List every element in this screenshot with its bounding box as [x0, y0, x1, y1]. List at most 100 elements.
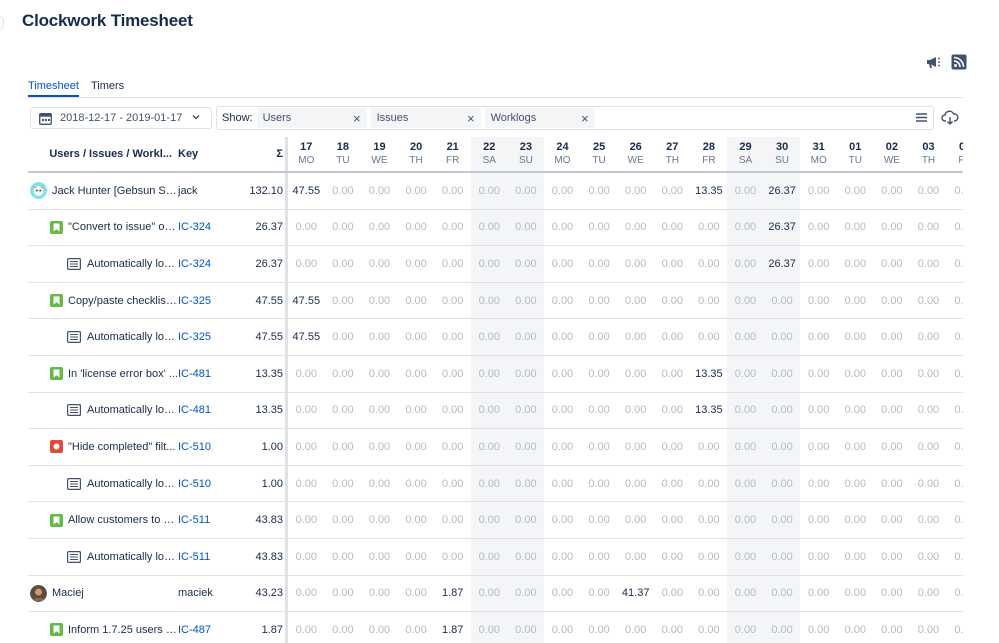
- day-cell[interactable]: 0.00: [617, 283, 654, 319]
- day-cell[interactable]: 1.87: [434, 612, 471, 643]
- day-cell[interactable]: 0.00: [434, 466, 471, 502]
- day-cell[interactable]: 0.00: [434, 539, 471, 575]
- day-cell[interactable]: 0.00: [654, 502, 691, 538]
- day-cell[interactable]: 0.00: [507, 355, 545, 392]
- day-cell[interactable]: 0.00: [544, 283, 581, 319]
- day-cell[interactable]: 0.00: [691, 539, 728, 575]
- day-cell[interactable]: 41.37: [617, 576, 654, 612]
- issue-key-link[interactable]: IC-325: [178, 283, 233, 319]
- day-cell[interactable]: 0.00: [800, 283, 837, 319]
- day-cell[interactable]: 0.00: [800, 246, 837, 282]
- day-cell[interactable]: 0.00: [325, 612, 362, 643]
- day-cell[interactable]: 0.00: [727, 429, 764, 465]
- day-cell[interactable]: 13.35: [691, 356, 728, 392]
- day-cell[interactable]: 0.00: [874, 173, 911, 209]
- day-cell[interactable]: 0.00: [471, 612, 508, 643]
- day-cell[interactable]: 0.00: [947, 539, 963, 575]
- day-cell[interactable]: 26.37: [763, 173, 801, 209]
- row-name-cell[interactable]: Allow customers to di...: [28, 502, 178, 538]
- day-cell[interactable]: 0.00: [800, 612, 837, 643]
- day-cell[interactable]: 0.00: [471, 465, 508, 502]
- day-cell[interactable]: 0.00: [507, 575, 545, 612]
- row-name-cell[interactable]: "Convert to issue" op...: [28, 210, 178, 246]
- day-cell[interactable]: 0.00: [361, 319, 398, 355]
- day-cell[interactable]: 0.00: [800, 429, 837, 465]
- day-cell[interactable]: 0.00: [288, 356, 325, 392]
- day-cell[interactable]: 0.00: [288, 539, 325, 575]
- day-cell[interactable]: 0.00: [288, 466, 325, 502]
- day-cell[interactable]: 0.00: [837, 246, 874, 282]
- day-cell[interactable]: 0.00: [763, 319, 801, 355]
- day-cell[interactable]: 0.00: [947, 393, 963, 429]
- day-cell[interactable]: 0.00: [654, 356, 691, 392]
- day-cell[interactable]: 0.00: [471, 173, 508, 209]
- day-cell[interactable]: 0.00: [434, 319, 471, 355]
- day-cell[interactable]: 0.00: [947, 319, 963, 355]
- day-cell[interactable]: 0.00: [837, 429, 874, 465]
- close-icon[interactable]: ×: [467, 111, 475, 126]
- day-cell[interactable]: 0.00: [325, 502, 362, 538]
- day-cell[interactable]: 0.00: [361, 210, 398, 246]
- day-cell[interactable]: 0.00: [910, 576, 947, 612]
- day-cell[interactable]: 0.00: [398, 429, 435, 465]
- day-cell[interactable]: 0.00: [947, 356, 963, 392]
- day-cell[interactable]: 0.00: [837, 283, 874, 319]
- day-cell[interactable]: 0.00: [727, 282, 764, 319]
- day-cell[interactable]: 0.00: [800, 319, 837, 355]
- day-cell[interactable]: 0.00: [691, 319, 728, 355]
- day-cell[interactable]: 0.00: [581, 466, 618, 502]
- day-cell[interactable]: 0.00: [837, 393, 874, 429]
- day-cell[interactable]: 0.00: [617, 319, 654, 355]
- day-cell[interactable]: 0.00: [434, 283, 471, 319]
- day-cell[interactable]: 0.00: [325, 466, 362, 502]
- day-cell[interactable]: 0.00: [581, 356, 618, 392]
- day-cell[interactable]: 0.00: [874, 502, 911, 538]
- day-cell[interactable]: 0.00: [617, 210, 654, 246]
- day-cell[interactable]: 0.00: [837, 539, 874, 575]
- day-cell[interactable]: 0.00: [507, 209, 545, 246]
- day-cell[interactable]: 0.00: [361, 612, 398, 643]
- day-cell[interactable]: 0.00: [617, 612, 654, 643]
- day-cell[interactable]: 0.00: [691, 246, 728, 282]
- day-cell[interactable]: 0.00: [398, 612, 435, 643]
- day-cell[interactable]: 26.37: [763, 209, 801, 246]
- day-cell[interactable]: 0.00: [434, 393, 471, 429]
- day-cell[interactable]: 0.00: [361, 539, 398, 575]
- issue-key-link[interactable]: IC-481: [178, 393, 233, 429]
- day-cell[interactable]: 0.00: [288, 612, 325, 643]
- export-button[interactable]: [938, 106, 962, 130]
- day-cell[interactable]: 0.00: [910, 502, 947, 538]
- row-name-cell[interactable]: In 'license error box' ...: [28, 356, 178, 392]
- day-cell[interactable]: 0.00: [617, 173, 654, 209]
- issue-key-link[interactable]: IC-324: [178, 246, 233, 282]
- day-cell[interactable]: 0.00: [800, 502, 837, 538]
- day-cell[interactable]: 0.00: [288, 429, 325, 465]
- tab-timesheet[interactable]: Timesheet: [28, 80, 79, 97]
- day-cell[interactable]: 0.00: [837, 173, 874, 209]
- day-cell[interactable]: 0.00: [910, 466, 947, 502]
- day-cell[interactable]: 0.00: [361, 246, 398, 282]
- day-cell[interactable]: 0.00: [507, 429, 545, 465]
- day-cell[interactable]: 0.00: [654, 173, 691, 209]
- day-cell[interactable]: 0.00: [947, 246, 963, 282]
- day-cell[interactable]: 0.00: [727, 392, 764, 429]
- day-cell[interactable]: 0.00: [617, 246, 654, 282]
- day-cell[interactable]: 0.00: [471, 209, 508, 246]
- day-cell[interactable]: 0.00: [800, 173, 837, 209]
- day-cell[interactable]: 0.00: [727, 502, 764, 538]
- row-name-cell[interactable]: Automatically log...: [28, 466, 178, 502]
- day-cell[interactable]: 0.00: [910, 356, 947, 392]
- day-cell[interactable]: 0.00: [837, 319, 874, 355]
- day-cell[interactable]: 0.00: [947, 210, 963, 246]
- day-cell[interactable]: 0.00: [507, 319, 545, 355]
- day-cell[interactable]: 0.00: [874, 393, 911, 429]
- day-cell[interactable]: 0.00: [874, 539, 911, 575]
- day-cell[interactable]: 0.00: [325, 246, 362, 282]
- day-cell[interactable]: 0.00: [874, 319, 911, 355]
- day-cell[interactable]: 0.00: [581, 429, 618, 465]
- day-cell[interactable]: 0.00: [947, 429, 963, 465]
- day-cell[interactable]: 0.00: [654, 210, 691, 246]
- hamburger-icon[interactable]: [915, 111, 928, 124]
- day-cell[interactable]: 0.00: [434, 429, 471, 465]
- day-cell[interactable]: 0.00: [544, 210, 581, 246]
